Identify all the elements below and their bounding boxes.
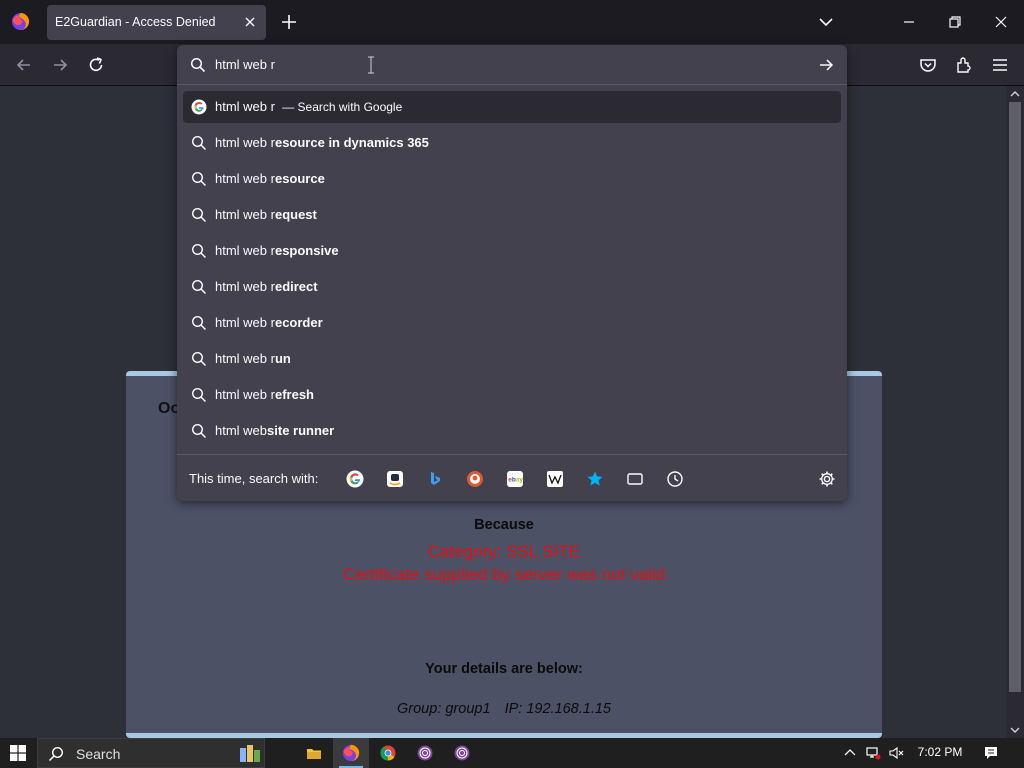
- suggestion-row[interactable]: html web run: [183, 343, 841, 375]
- close-tab-icon[interactable]: [242, 14, 258, 30]
- taskbar-search-placeholder: Search: [76, 746, 121, 762]
- scrollbar[interactable]: [1006, 86, 1024, 738]
- back-arrow-icon[interactable]: [14, 55, 34, 75]
- bookmarks-star-icon[interactable]: [586, 470, 604, 488]
- one-off-label: This time, search with:: [189, 471, 319, 486]
- suggestion-row[interactable]: html website runner: [183, 415, 841, 447]
- suggestion-row[interactable]: html web request: [183, 199, 841, 231]
- one-off-search-bar: This time, search with: ebay: [177, 454, 847, 501]
- suggestion-row[interactable]: html web resource: [183, 163, 841, 195]
- tab-title: E2Guardian - Access Denied: [55, 15, 216, 29]
- tor-browser-app[interactable]: [407, 738, 443, 768]
- search-icon: [191, 279, 207, 295]
- because-label: Because: [474, 517, 534, 533]
- windows-start-icon[interactable]: [10, 745, 26, 761]
- new-tab-plus-icon[interactable]: [280, 13, 298, 31]
- search-icon: [191, 243, 207, 259]
- chrome-icon: [380, 745, 396, 761]
- suggestion-row[interactable]: html web resource in dynamics 365: [183, 127, 841, 159]
- scroll-up-icon[interactable]: [1010, 89, 1020, 99]
- notifications-icon[interactable]: [983, 745, 999, 761]
- reason-category: Category: SSL SITE: [427, 542, 581, 561]
- ip-value: IP: 192.168.1.15: [504, 701, 611, 717]
- firefox-icon[interactable]: [11, 12, 30, 31]
- restore-icon[interactable]: [941, 8, 969, 36]
- reason-detail: Certificate supplied by server was not v…: [342, 565, 666, 584]
- suggestion-text: html web responsive: [215, 243, 339, 258]
- search-icon: [191, 387, 207, 403]
- chevron-up-icon[interactable]: [842, 745, 858, 761]
- reload-icon[interactable]: [86, 55, 106, 75]
- search-icon: [191, 171, 207, 187]
- menu-hamburger-icon[interactable]: [990, 55, 1010, 75]
- text-cursor-icon: [368, 56, 374, 74]
- taskbar: Search 7:02 PM: [0, 738, 1024, 768]
- tabs-icon[interactable]: [626, 470, 644, 488]
- file-explorer-app[interactable]: [296, 738, 332, 768]
- taskbar-search-box[interactable]: Search: [37, 738, 265, 768]
- suggestion-row[interactable]: html web redirect: [183, 271, 841, 303]
- suggestion-text: html web recorder: [215, 315, 323, 330]
- tab-active[interactable]: E2Guardian - Access Denied: [47, 5, 266, 40]
- ebay-icon[interactable]: ebay: [506, 470, 524, 488]
- google-icon[interactable]: [346, 470, 364, 488]
- go-arrow-icon[interactable]: [818, 57, 834, 73]
- tab-strip: E2Guardian - Access Denied: [0, 0, 1024, 44]
- search-highlight-icon: [240, 745, 260, 762]
- folder-icon: [307, 749, 321, 759]
- suggestion-text: html website runner: [215, 423, 335, 438]
- history-clock-icon[interactable]: [666, 470, 684, 488]
- network-icon[interactable]: [865, 745, 881, 761]
- search-icon: [191, 423, 207, 439]
- scroll-down-icon[interactable]: [1010, 725, 1020, 735]
- tor-icon: [417, 745, 433, 761]
- tor-icon: [454, 745, 470, 761]
- minimize-icon[interactable]: [895, 8, 923, 36]
- chrome-taskbar-app[interactable]: [370, 738, 406, 768]
- screen: E2Guardian - Access Denied Oo Because Ca…: [0, 0, 1024, 768]
- suggestion-text: html web resource: [215, 171, 325, 186]
- tor-browser-app-2[interactable]: [444, 738, 480, 768]
- search-icon: [191, 135, 207, 151]
- urlbar-input[interactable]: html web r: [215, 57, 275, 72]
- gear-icon[interactable]: [818, 470, 836, 488]
- volume-muted-icon[interactable]: [888, 745, 904, 761]
- amazon-icon[interactable]: [386, 470, 404, 488]
- duckduckgo-icon[interactable]: [466, 470, 484, 488]
- urlbar[interactable]: html web r: [177, 45, 847, 85]
- firefox-taskbar-app[interactable]: [333, 738, 369, 768]
- search-icon: [48, 746, 64, 762]
- suggestion-row[interactable]: html web recorder: [183, 307, 841, 339]
- forward-arrow-icon[interactable]: [50, 55, 70, 75]
- suggestion-text: html web run: [215, 351, 291, 366]
- group-value: Group: group1: [397, 701, 491, 717]
- scrollbar-thumb[interactable]: [1009, 102, 1021, 692]
- firefox-icon: [342, 744, 360, 762]
- extensions-icon[interactable]: [954, 55, 974, 75]
- suggestion-text: html web request: [215, 207, 317, 222]
- svg-text:ebay: ebay: [508, 477, 523, 484]
- chevron-down-icon[interactable]: [817, 13, 835, 31]
- details-line: Group: group1 IP: 192.168.1.15: [126, 701, 882, 717]
- pocket-icon[interactable]: [918, 55, 938, 75]
- search-icon: [191, 207, 207, 223]
- suggestion-text: html web resource in dynamics 365: [215, 135, 429, 150]
- suggestion-row[interactable]: html web refresh: [183, 379, 841, 411]
- search-icon: [190, 57, 206, 73]
- bing-icon[interactable]: [426, 470, 444, 488]
- search-icon: [191, 351, 207, 367]
- urlbar-popup: html web r html web r — Search with Goog…: [177, 45, 847, 501]
- google-icon: [191, 99, 207, 115]
- suggestion-action: — Search with Google: [282, 100, 403, 114]
- details-heading: Your details are below:: [425, 661, 583, 677]
- suggestion-text: html web refresh: [215, 387, 314, 402]
- search-icon: [191, 315, 207, 331]
- clock[interactable]: 7:02 PM: [910, 745, 970, 759]
- suggestion-row[interactable]: html web responsive: [183, 235, 841, 267]
- wikipedia-icon[interactable]: [546, 470, 564, 488]
- close-window-icon[interactable]: [987, 8, 1015, 36]
- suggestion-row[interactable]: html web r — Search with Google: [183, 91, 841, 123]
- suggestion-text: html web r — Search with Google: [215, 99, 403, 114]
- suggestion-text: html web redirect: [215, 279, 318, 294]
